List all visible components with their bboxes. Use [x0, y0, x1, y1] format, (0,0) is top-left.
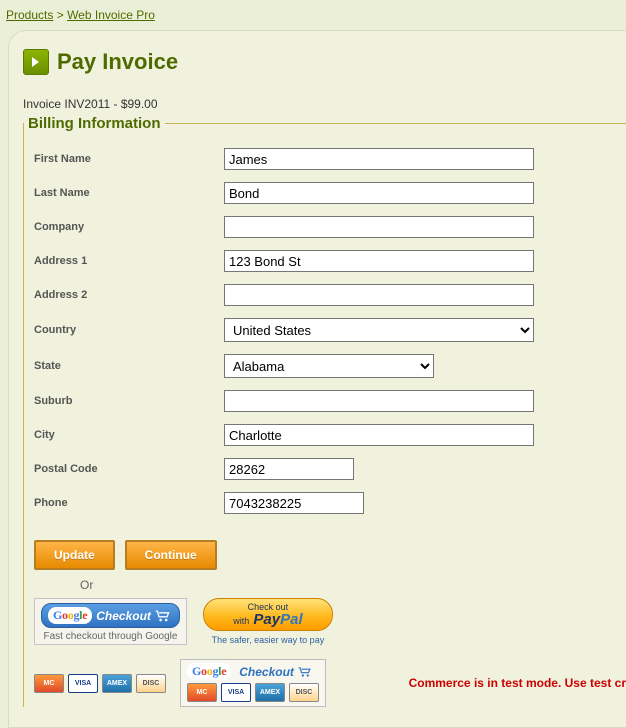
or-label: Or	[24, 578, 626, 592]
google-checkout-cards-box[interactable]: Google Checkout MC VISA AMEX DISC	[180, 659, 326, 707]
google-logo-icon: Google	[48, 607, 92, 624]
invoice-summary: Invoice INV2011 - $99.00	[23, 97, 626, 111]
address1-input[interactable]	[224, 250, 534, 272]
breadcrumb-products-link[interactable]: Products	[6, 8, 53, 22]
paypal-block: Check out with PayPal The safer, easier …	[203, 598, 333, 645]
label-suburb: Suburb	[34, 395, 224, 407]
label-phone: Phone	[34, 497, 224, 509]
amex-icon: AMEX	[102, 674, 132, 693]
billing-fieldset: Billing Information First Name Last Name…	[23, 115, 626, 707]
test-mode-notice: Commerce is in test mode. Use test cr	[409, 676, 626, 690]
breadcrumb: Products > Web Invoice Pro	[0, 0, 626, 30]
paypal-checkout-button[interactable]: Check out with PayPal	[203, 598, 333, 631]
cart-icon	[298, 667, 312, 677]
paypal-brand-pal: Pal	[280, 611, 303, 628]
google-checkout-label: Checkout	[96, 609, 151, 623]
google-logo-icon: Google	[187, 663, 231, 680]
company-input[interactable]	[224, 216, 534, 238]
fieldset-legend: Billing Information	[24, 115, 165, 132]
update-button[interactable]: Update	[34, 540, 115, 570]
label-first-name: First Name	[34, 153, 224, 165]
label-address1: Address 1	[34, 255, 224, 267]
google-box2-label: Checkout	[239, 665, 294, 679]
mastercard-icon: MC	[34, 674, 64, 693]
suburb-input[interactable]	[224, 390, 534, 412]
main-panel: Pay Invoice Invoice INV2011 - $99.00 Bil…	[8, 30, 626, 728]
postal-input[interactable]	[224, 458, 354, 480]
arrow-right-icon	[23, 49, 49, 75]
paypal-brand-pay: Pay	[253, 611, 280, 628]
phone-input[interactable]	[224, 492, 364, 514]
discover-icon: DISC	[136, 674, 166, 693]
address2-input[interactable]	[224, 284, 534, 306]
mastercard-icon: MC	[187, 683, 217, 702]
first-name-input[interactable]	[224, 148, 534, 170]
discover-icon: DISC	[289, 683, 319, 702]
label-last-name: Last Name	[34, 187, 224, 199]
card-icons-strip: MC VISA AMEX DISC	[34, 674, 166, 693]
label-city: City	[34, 429, 224, 441]
city-input[interactable]	[224, 424, 534, 446]
last-name-input[interactable]	[224, 182, 534, 204]
google-checkout-block: Google Checkout Fast checkout through Go…	[34, 598, 187, 645]
paypal-with-text: with	[233, 616, 249, 626]
amex-icon: AMEX	[255, 683, 285, 702]
state-select[interactable]: Alabama	[224, 354, 434, 378]
visa-icon: VISA	[68, 674, 98, 693]
country-select[interactable]: United States	[224, 318, 534, 342]
breadcrumb-separator: >	[57, 8, 64, 22]
google-checkout-button[interactable]: Google Checkout	[41, 603, 180, 628]
label-address2: Address 2	[34, 289, 224, 301]
label-state: State	[34, 360, 224, 372]
page-title: Pay Invoice	[57, 49, 178, 75]
breadcrumb-current-link[interactable]: Web Invoice Pro	[67, 8, 155, 22]
paypal-tagline: The safer, easier way to pay	[203, 635, 333, 645]
label-company: Company	[34, 221, 224, 233]
cart-icon	[155, 610, 171, 622]
google-checkout-tagline: Fast checkout through Google	[41, 631, 180, 642]
visa-icon: VISA	[221, 683, 251, 702]
label-country: Country	[34, 324, 224, 336]
label-postal: Postal Code	[34, 463, 224, 475]
continue-button[interactable]: Continue	[125, 540, 217, 570]
